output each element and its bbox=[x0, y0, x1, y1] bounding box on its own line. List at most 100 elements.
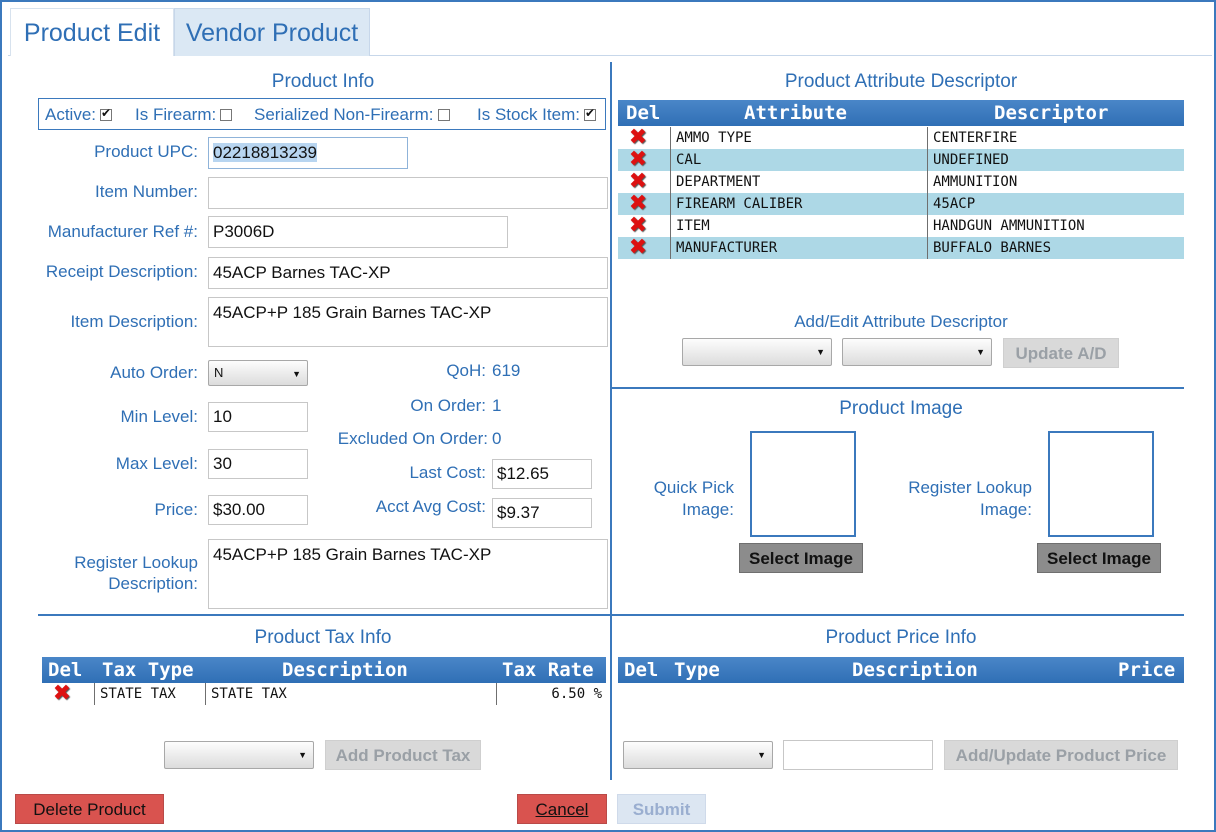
attribute-row: ✖ CAL UNDEFINED bbox=[618, 149, 1184, 171]
tab-vendor-product[interactable]: Vendor Product bbox=[174, 8, 370, 56]
serialized-non-firearm-flag[interactable]: Serialized Non-Firearm: bbox=[254, 105, 450, 125]
last-cost-input[interactable]: $12.65 bbox=[492, 459, 592, 489]
auto-order-select[interactable]: N ▼ bbox=[208, 360, 308, 386]
quick-pick-select-image-button[interactable]: Select Image bbox=[739, 543, 863, 573]
delete-x-icon[interactable]: ✖ bbox=[628, 215, 648, 237]
attribute-select[interactable]: ▼ bbox=[682, 338, 832, 366]
delete-x-icon[interactable]: ✖ bbox=[52, 683, 72, 705]
attribute-row: ✖ FIREARM CALIBER 45ACP bbox=[618, 193, 1184, 215]
product-image-title: Product Image bbox=[839, 398, 963, 419]
max-level-label: Max Level: bbox=[115, 454, 198, 473]
is-stock-item-flag[interactable]: Is Stock Item: bbox=[477, 105, 596, 125]
attribute-row-descriptor: 45ACP bbox=[927, 193, 1184, 215]
attribute-grid-header: Del Attribute Descriptor bbox=[618, 100, 1184, 126]
attribute-row-attribute: MANUFACTURER bbox=[670, 237, 926, 259]
chevron-down-icon: ▼ bbox=[292, 369, 301, 379]
is-stock-item-label: Is Stock Item: bbox=[477, 105, 580, 124]
excluded-on-order-label: Excluded On Order: bbox=[337, 429, 488, 448]
column-divider bbox=[610, 62, 612, 780]
is-firearm-label: Is Firearm: bbox=[135, 105, 217, 124]
item-description-input[interactable]: 45ACP+P 185 Grain Barnes TAC-XP bbox=[208, 297, 608, 347]
attribute-descriptor-title: Product Attribute Descriptor bbox=[784, 71, 1018, 92]
add-product-tax-button[interactable]: Add Product Tax bbox=[325, 740, 481, 770]
price-col-del: Del bbox=[624, 659, 659, 681]
delete-x-icon[interactable]: ✖ bbox=[628, 237, 648, 259]
price-col-description: Description bbox=[852, 659, 978, 681]
attribute-row-attribute: FIREARM CALIBER bbox=[670, 193, 926, 215]
quick-pick-image[interactable] bbox=[750, 431, 856, 537]
attribute-row-attribute: CAL bbox=[670, 149, 926, 171]
active-flag[interactable]: Active: bbox=[45, 105, 113, 125]
register-select-image-button[interactable]: Select Image bbox=[1037, 543, 1161, 573]
delete-x-icon[interactable]: ✖ bbox=[628, 149, 648, 171]
delete-x-icon[interactable]: ✖ bbox=[628, 127, 648, 149]
auto-order-value: N bbox=[214, 365, 224, 380]
is-firearm-flag[interactable]: Is Firearm: bbox=[135, 105, 233, 125]
is-firearm-checkbox[interactable] bbox=[220, 108, 233, 121]
acct-avg-cost-input[interactable]: $9.37 bbox=[492, 498, 592, 528]
receipt-description-label: Receipt Description: bbox=[45, 262, 198, 281]
on-order-value: 1 bbox=[492, 396, 502, 415]
register-image-label-line1: Register Lookup bbox=[908, 478, 1032, 497]
chevron-down-icon: ▼ bbox=[816, 347, 825, 357]
serialized-non-firearm-checkbox[interactable] bbox=[437, 108, 450, 121]
tab-product-edit[interactable]: Product Edit bbox=[10, 8, 174, 56]
price-amount-input[interactable] bbox=[783, 740, 933, 770]
attribute-row-descriptor: BUFFALO BARNES bbox=[927, 237, 1184, 259]
attribute-row: ✖ ITEM HANDGUN AMMUNITION bbox=[618, 215, 1184, 237]
qoh-value: 619 bbox=[492, 361, 521, 380]
chevron-down-icon: ▼ bbox=[757, 750, 766, 760]
register-lookup-image[interactable] bbox=[1048, 431, 1154, 537]
descriptor-select[interactable]: ▼ bbox=[842, 338, 992, 366]
receipt-description-input[interactable]: 45ACP Barnes TAC-XP bbox=[208, 257, 608, 289]
attribute-row-attribute: AMMO TYPE bbox=[670, 127, 926, 149]
register-lookup-label-line1: Register Lookup bbox=[74, 553, 198, 572]
item-number-input[interactable] bbox=[208, 177, 608, 209]
tax-grid-header: Del Tax Type Description Tax Rate bbox=[42, 657, 606, 683]
price-type-select[interactable]: ▼ bbox=[623, 741, 773, 769]
min-level-input[interactable]: 10 bbox=[208, 402, 308, 432]
max-level-input[interactable]: 30 bbox=[208, 449, 308, 479]
attribute-row: ✖ DEPARTMENT AMMUNITION bbox=[618, 171, 1184, 193]
update-ad-button[interactable]: Update A/D bbox=[1003, 338, 1119, 368]
delete-x-icon[interactable]: ✖ bbox=[628, 193, 648, 215]
qoh-label: QoH: bbox=[446, 361, 486, 380]
is-stock-item-checkbox[interactable] bbox=[583, 106, 596, 121]
price-label: Price: bbox=[154, 500, 198, 519]
tax-col-rate: Tax Rate bbox=[502, 659, 594, 681]
attribute-row-attribute: DEPARTMENT bbox=[670, 171, 926, 193]
attribute-row: ✖ MANUFACTURER BUFFALO BARNES bbox=[618, 237, 1184, 259]
item-number-label: Item Number: bbox=[95, 182, 198, 201]
attribute-divider bbox=[612, 387, 1184, 389]
price-grid-header: Del Type Description Price bbox=[618, 657, 1184, 683]
product-tax-title: Product Tax Info bbox=[254, 627, 392, 648]
tab-bar: Product Edit Vendor Product bbox=[8, 8, 1212, 56]
attribute-row-descriptor: AMMUNITION bbox=[927, 171, 1184, 193]
tax-col-type: Tax Type bbox=[102, 659, 194, 681]
attr-col-attribute: Attribute bbox=[744, 102, 847, 124]
add-edit-attribute-title: Add/Edit Attribute Descriptor bbox=[794, 312, 1008, 331]
add-update-product-price-button[interactable]: Add/Update Product Price bbox=[944, 740, 1178, 770]
active-checkbox[interactable] bbox=[100, 106, 113, 121]
delete-product-button[interactable]: Delete Product bbox=[15, 794, 164, 824]
cancel-button[interactable]: Cancel bbox=[517, 794, 607, 824]
manufacturer-ref-label: Manufacturer Ref #: bbox=[47, 222, 198, 241]
serialized-non-firearm-label: Serialized Non-Firearm: bbox=[254, 105, 434, 124]
delete-x-icon[interactable]: ✖ bbox=[628, 171, 648, 193]
upc-input[interactable]: 02218813239 bbox=[208, 137, 408, 169]
product-edit-window: Product Edit Vendor Product Product Info… bbox=[0, 0, 1216, 832]
register-lookup-description-input[interactable]: 45ACP+P 185 Grain Barnes TAC-XP bbox=[208, 539, 608, 609]
on-order-label: On Order: bbox=[410, 396, 486, 415]
tax-row-rate: 6.50 % bbox=[496, 683, 606, 705]
submit-button[interactable]: Submit bbox=[617, 794, 706, 824]
chevron-down-icon: ▼ bbox=[298, 750, 307, 760]
acct-avg-cost-label: Acct Avg Cost: bbox=[375, 497, 486, 516]
attribute-row: ✖ AMMO TYPE CENTERFIRE bbox=[618, 127, 1184, 149]
manufacturer-ref-input[interactable]: P3006D bbox=[208, 216, 508, 248]
register-image-label-line2: Image: bbox=[980, 500, 1032, 519]
upc-value: 02218813239 bbox=[213, 143, 318, 162]
min-level-label: Min Level: bbox=[120, 407, 198, 426]
price-input[interactable]: $30.00 bbox=[208, 495, 308, 525]
quick-pick-label-line2: Image: bbox=[682, 500, 734, 519]
tax-type-select[interactable]: ▼ bbox=[164, 741, 314, 769]
